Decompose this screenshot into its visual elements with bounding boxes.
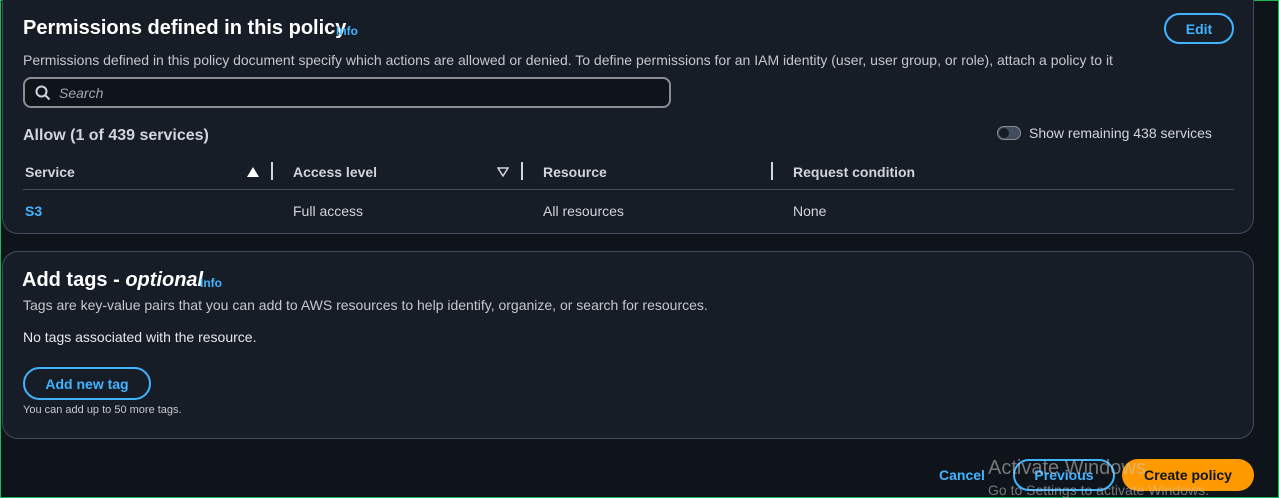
sort-descending-icon[interactable] xyxy=(497,167,509,177)
tags-title: Add tags - optional xyxy=(22,269,203,292)
service-link-s3[interactable]: S3 xyxy=(25,203,42,219)
permissions-description: Permissions defined in this policy docum… xyxy=(23,52,1113,68)
column-divider[interactable] xyxy=(271,162,273,180)
permissions-panel: Permissions defined in this policy Info … xyxy=(2,0,1254,234)
column-header-resource[interactable]: Resource xyxy=(543,164,607,180)
cell-request-condition: None xyxy=(793,203,827,219)
watermark-title: Activate Windows xyxy=(988,457,1146,479)
search-field[interactable] xyxy=(23,77,671,108)
search-input[interactable] xyxy=(59,84,619,101)
column-divider[interactable] xyxy=(521,162,523,180)
search-icon xyxy=(35,85,51,100)
allow-heading: Allow (1 of 439 services) xyxy=(23,127,209,144)
column-divider[interactable] xyxy=(771,162,773,180)
edit-button[interactable]: Edit xyxy=(1164,13,1234,44)
tags-title-optional: optional xyxy=(125,269,204,291)
watermark-subtitle: Go to Settings to activate Windows. xyxy=(988,482,1209,498)
cancel-button[interactable]: Cancel xyxy=(939,467,985,483)
tags-title-main: Add tags - xyxy=(22,269,126,291)
add-new-tag-button[interactable]: Add new tag xyxy=(23,367,151,400)
tags-empty-message: No tags associated with the resource. xyxy=(23,329,257,345)
show-remaining-toggle[interactable] xyxy=(997,126,1021,140)
tags-description: Tags are key-value pairs that you can ad… xyxy=(23,297,708,313)
toggle-label: Show remaining 438 services xyxy=(1029,125,1212,141)
sort-ascending-icon[interactable] xyxy=(247,167,259,177)
tags-limit-note: You can add up to 50 more tags. xyxy=(23,404,182,416)
cell-resource: All resources xyxy=(543,203,624,219)
table-header-divider xyxy=(23,189,1234,190)
cell-access-level: Full access xyxy=(293,203,364,219)
permissions-title: Permissions defined in this policy xyxy=(23,17,347,39)
column-header-request-condition[interactable]: Request condition xyxy=(793,164,915,180)
column-header-service[interactable]: Service xyxy=(25,164,75,180)
tags-info-link[interactable]: Info xyxy=(200,276,222,290)
column-header-access-level[interactable]: Access level xyxy=(293,164,377,180)
tags-panel: Add tags - optional Info Tags are key-va… xyxy=(2,251,1254,439)
permissions-info-link[interactable]: Info xyxy=(336,24,358,38)
